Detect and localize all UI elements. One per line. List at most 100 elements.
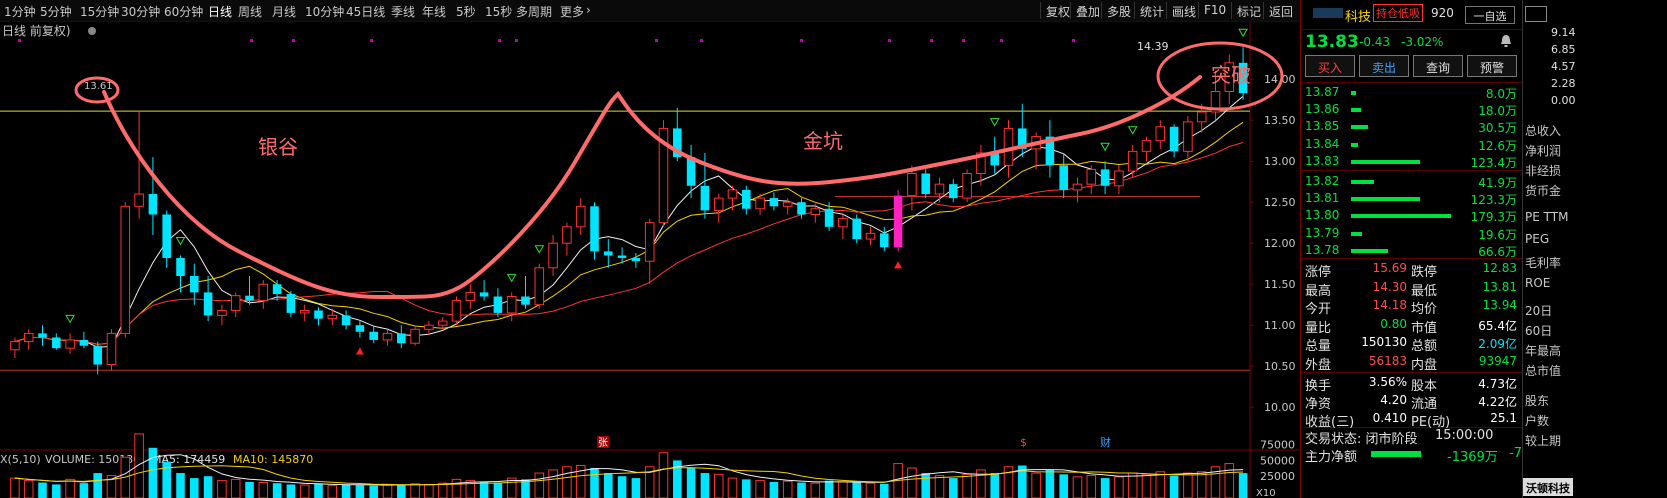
fundamental-item[interactable]: 60日 [1525, 322, 1552, 339]
order-volume: 19.6万 [1478, 227, 1517, 242]
timeframe-15[interactable]: 更多 [560, 3, 584, 20]
self-select-button[interactable]: 一自选 [1465, 6, 1515, 24]
trade-button-0[interactable]: 买入 [1305, 55, 1355, 77]
volume-bar-40 [562, 466, 572, 498]
candle-body-32 [451, 300, 462, 322]
stat-value: 93947 [1478, 353, 1517, 368]
order-price: 13.85 [1305, 119, 1340, 134]
settings-icon[interactable] [88, 27, 96, 35]
toolbar-button-0[interactable]: 复权 [1040, 2, 1074, 19]
toolbar-button-3[interactable]: 统计 [1134, 2, 1168, 19]
order-volume-bar [1351, 231, 1362, 236]
toolbar-button-2[interactable]: 多股 [1101, 2, 1135, 19]
fundamental-item[interactable]: 非经损 [1525, 162, 1561, 179]
timeframe-0[interactable]: 1分钟 [4, 3, 36, 20]
more-chevron-icon[interactable]: › [586, 3, 591, 17]
timeframe-8[interactable]: 10分钟 [305, 3, 344, 20]
order-volume: 30.5万 [1478, 121, 1517, 136]
timeframe-3[interactable]: 30分钟 [121, 3, 160, 20]
trade-button-3[interactable]: 预警 [1467, 55, 1517, 77]
fundamental-item[interactable]: 股东 [1525, 392, 1549, 409]
timeframe-6[interactable]: 周线 [238, 3, 262, 20]
volume-bar-75 [1045, 469, 1055, 498]
candle-body-12 [176, 257, 185, 276]
order-volume: 18.0万 [1478, 104, 1517, 119]
timeframe-12[interactable]: 5秒 [456, 3, 476, 20]
stat-value: 4.73亿 [1478, 377, 1517, 391]
bell-icon[interactable] [1500, 34, 1512, 51]
candle-body-82 [1141, 140, 1152, 152]
timeframe-13[interactable]: 15秒 [485, 3, 512, 20]
toolbar-button-4[interactable]: 画线 [1166, 2, 1200, 19]
finance-marker[interactable]: 财 [1100, 435, 1111, 449]
fundamental-item[interactable]: PE TTM [1525, 210, 1568, 224]
fundamental-item[interactable]: 毛利率 [1525, 254, 1561, 271]
candle-body-80 [1114, 170, 1124, 187]
stat-value: 4.20 [1380, 393, 1407, 407]
fundamental-item[interactable]: 总收入 [1525, 122, 1561, 139]
stat-value: 3.56% [1368, 375, 1407, 389]
toolbar-button-5[interactable]: F10 [1198, 2, 1230, 19]
dividend-marker[interactable]: $ [1020, 436, 1027, 449]
fundamental-item[interactable]: ROE [1525, 276, 1550, 290]
timeframe-2[interactable]: 15分钟 [80, 3, 119, 20]
fundamental-item[interactable]: 净利润 [1525, 142, 1561, 159]
fundamental-item[interactable]: 20日 [1525, 302, 1552, 319]
timeframe-4[interactable]: 60分钟 [164, 3, 203, 20]
trade-button-1[interactable]: 卖出 [1359, 55, 1409, 77]
fundamental-item[interactable]: 年最高 [1525, 342, 1561, 359]
timeframe-5[interactable]: 日线 [208, 3, 232, 20]
zhang-marker[interactable]: 张 [598, 437, 608, 449]
main-flow-label: 主力净额 [1305, 450, 1358, 465]
candle-body-68 [949, 184, 958, 199]
timeframe-7[interactable]: 月线 [272, 3, 296, 20]
candle-body-19 [272, 284, 282, 295]
order-volume-bar [1351, 108, 1361, 113]
volume-bar-67 [934, 475, 945, 498]
toolbar-button-1[interactable]: 叠加 [1070, 2, 1104, 19]
fundamental-item[interactable]: 货币金 [1525, 182, 1561, 199]
order-price: 13.86 [1305, 102, 1340, 117]
trade-button-2[interactable]: 查询 [1413, 55, 1463, 77]
toolbar-button-7[interactable]: 返回 [1263, 2, 1297, 19]
fundamental-item[interactable]: 较上期 [1525, 432, 1561, 449]
quote-stat-row: 外盘 56183 内盘 93947 [1301, 353, 1521, 373]
kline-chart[interactable]: 日线 前复权)14.0013.5013.0012.5012.0011.5011.… [0, 22, 1300, 498]
position-badge[interactable]: 持仓低吸 [1373, 4, 1423, 22]
volume-bar-74 [1031, 472, 1041, 498]
volume-bar-80 [1114, 476, 1124, 498]
volume-bar-19 [272, 483, 282, 498]
last-price: 13.83 [1305, 32, 1359, 52]
volume-bar-42 [590, 468, 599, 498]
candle-body-62 [865, 232, 876, 240]
timeframe-10[interactable]: 季线 [391, 3, 415, 20]
candle-body-5 [79, 339, 89, 346]
event-dot-13 [1072, 39, 1075, 42]
toolbar-button-6[interactable]: 标记 [1231, 2, 1265, 19]
order-volume: 123.3万 [1470, 193, 1517, 208]
timeframe-14[interactable]: 多周期 [516, 3, 552, 20]
kline-chart-area[interactable]: 日线 前复权) 14.00 13.50 13.00 12.50 12.00 11.50 11.… [0, 22, 1300, 498]
stat-label: 涨停 [1305, 265, 1332, 280]
volume-ma10-label: MA10: 145870 [233, 453, 313, 466]
fundamental-item[interactable]: 总市值 [1525, 362, 1561, 379]
fundamental-item[interactable]: PEG [1525, 232, 1549, 246]
mini-scale-label: 0.00 [1551, 94, 1576, 107]
timeframe-11[interactable]: 年线 [422, 3, 446, 20]
volume-bar-24 [341, 484, 351, 498]
timeframe-1[interactable]: 5分钟 [40, 3, 72, 20]
order-book-row: 13.80 179.3万 [1301, 207, 1521, 225]
price-row: 13.83 -0.43 -3.02% [1301, 30, 1522, 54]
trade-state: 交易状态: 闭市阶段 [1305, 432, 1418, 447]
fundamental-item[interactable]: 户数 [1525, 412, 1549, 429]
candle-body-30 [424, 324, 434, 330]
volume-bar-2 [38, 482, 47, 498]
mini-chart-toggle[interactable] [1525, 6, 1547, 22]
volume-bar-28 [397, 485, 406, 498]
event-dot-12 [1000, 39, 1003, 42]
timeframe-9[interactable]: 45日线 [346, 3, 385, 20]
quote-stat-row: 换手 3.56% 股本 4.73亿 [1301, 374, 1521, 394]
volume-bar-59 [824, 480, 834, 498]
stat-value: 65.4亿 [1478, 318, 1517, 333]
annotation-breakout: 突破 [1211, 63, 1251, 87]
